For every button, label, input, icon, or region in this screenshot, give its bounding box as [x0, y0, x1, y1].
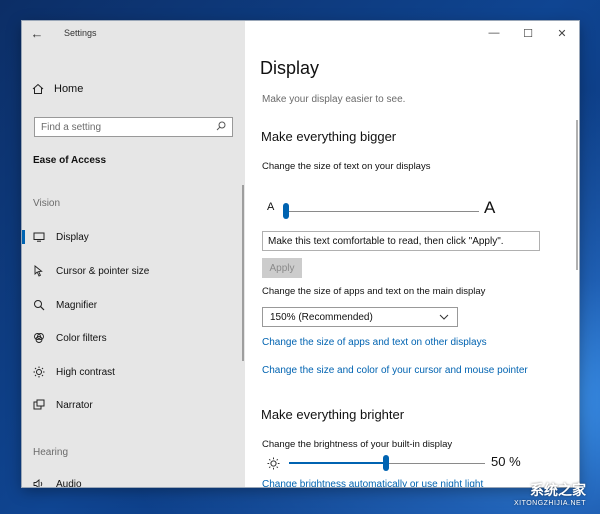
link-other-displays[interactable]: Change the size of apps and text on othe…	[262, 337, 487, 348]
sidebar-item-label: Display	[56, 231, 89, 243]
sidebar-item-label: Audio	[56, 478, 82, 488]
magnifier-icon	[32, 299, 46, 311]
window-title: Settings	[64, 28, 97, 38]
link-cursor-settings[interactable]: Change the size and color of your cursor…	[262, 365, 528, 376]
watermark-line2: XITONGZHIJIA.NET	[513, 500, 586, 507]
sidebar-item-magnifier[interactable]: Magnifier	[22, 294, 245, 316]
sidebar-item-color-filters[interactable]: Color filters	[22, 327, 245, 349]
back-arrow-icon: ←	[30, 25, 44, 41]
search-box[interactable]	[34, 117, 233, 137]
brightness-slider-thumb[interactable]	[383, 455, 389, 471]
speaker-icon	[32, 478, 46, 487]
page-subtitle: Make your display easier to see.	[262, 94, 406, 105]
narrator-icon	[32, 399, 46, 411]
sidebar-item-display[interactable]: Display	[22, 226, 245, 248]
search-icon	[216, 121, 226, 134]
section-heading: Ease of Access	[33, 155, 107, 166]
main-scrollbar[interactable]	[576, 120, 578, 270]
home-icon	[32, 83, 44, 95]
page-title: Display	[260, 58, 320, 78]
high-contrast-icon	[32, 366, 46, 378]
section-heading-bigger: Make everything bigger	[261, 129, 397, 144]
color-filter-icon	[32, 332, 46, 344]
sidebar-item-label: Magnifier	[56, 299, 98, 311]
close-button[interactable]: ✕	[545, 21, 579, 45]
sidebar-item-label: High contrast	[56, 366, 115, 378]
cursor-icon	[32, 265, 46, 277]
scale-dropdown-value: 150% (Recommended)	[270, 311, 373, 323]
scale-label: Change the size of apps and text on the …	[262, 286, 486, 297]
close-icon: ✕	[557, 27, 567, 40]
title-bar-left: ← Settings	[22, 21, 245, 45]
brightness-slider-fill	[289, 462, 385, 464]
sample-text-box: Make this text comfortable to read, then…	[262, 231, 540, 251]
title-bar-controls: — ☐ ✕	[245, 21, 579, 45]
text-size-slider-thumb[interactable]	[283, 203, 289, 219]
brightness-label: Change the brightness of your built-in d…	[262, 439, 453, 450]
watermark: 系统之家 XITONGZHIJIA.NET	[514, 480, 586, 507]
minimize-button[interactable]: —	[477, 21, 511, 45]
search-input[interactable]	[41, 121, 201, 133]
chevron-down-icon	[439, 312, 449, 323]
nav-home[interactable]: Home	[32, 83, 83, 95]
sun-icon	[267, 457, 280, 473]
sidebar-item-label: Narrator	[56, 399, 93, 411]
sidebar-item-audio[interactable]: Audio	[22, 473, 245, 487]
sidebar-item-cursor[interactable]: Cursor & pointer size	[22, 260, 245, 282]
sidebar-item-narrator[interactable]: Narrator	[22, 394, 245, 416]
group-label-hearing: Hearing	[33, 447, 69, 458]
main-content: Display Make your display easier to see.…	[245, 45, 579, 487]
text-size-label: Change the size of text on your displays	[262, 161, 431, 172]
sidebar-item-label: Color filters	[56, 332, 107, 344]
sidebar-item-high-contrast[interactable]: High contrast	[22, 361, 245, 383]
settings-window: ← Settings — ☐ ✕ Home Ease of Access Vis…	[22, 21, 579, 487]
maximize-button[interactable]: ☐	[511, 21, 545, 45]
scale-dropdown[interactable]: 150% (Recommended)	[262, 307, 458, 327]
text-size-slider-track[interactable]	[283, 211, 479, 212]
nav-home-label: Home	[54, 83, 84, 95]
minimize-icon: —	[488, 27, 500, 39]
title-bar: ← Settings — ☐ ✕	[22, 21, 579, 45]
section-heading-brighter: Make everything brighter	[261, 407, 405, 422]
monitor-icon	[32, 232, 46, 242]
back-button[interactable]: ←	[22, 21, 52, 45]
apply-button[interactable]: Apply	[262, 258, 302, 278]
watermark-line1: 系统之家	[530, 482, 586, 498]
group-label-vision: Vision	[33, 198, 61, 209]
big-a-label: A	[484, 198, 496, 217]
maximize-icon: ☐	[523, 27, 533, 40]
sidebar-item-label: Cursor & pointer size	[56, 265, 150, 277]
sidebar-scrollbar[interactable]	[242, 185, 244, 361]
brightness-value: 50 %	[491, 454, 521, 469]
link-brightness-auto[interactable]: Change brightness automatically or use n…	[262, 479, 483, 487]
sidebar: Home Ease of Access Vision Display Curso…	[22, 45, 245, 487]
small-a-label: A	[267, 201, 275, 213]
